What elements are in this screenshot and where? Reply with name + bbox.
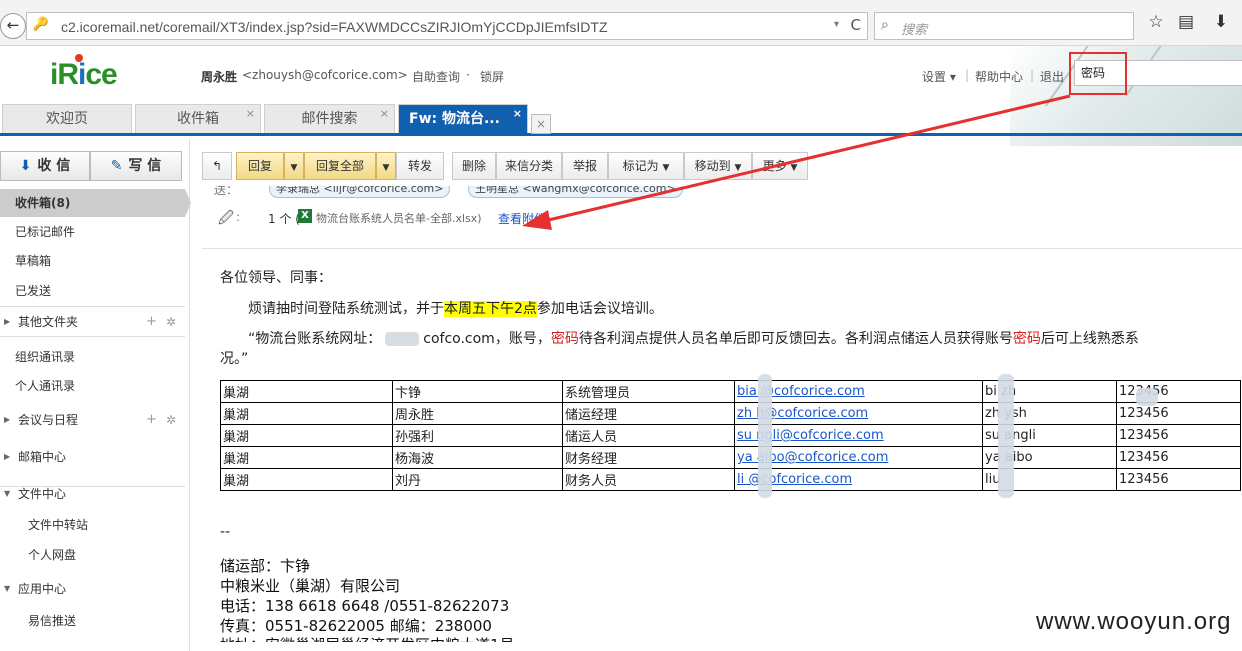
watermark: www.wooyun.org (1036, 608, 1232, 635)
annotation-arrow (522, 94, 1071, 230)
